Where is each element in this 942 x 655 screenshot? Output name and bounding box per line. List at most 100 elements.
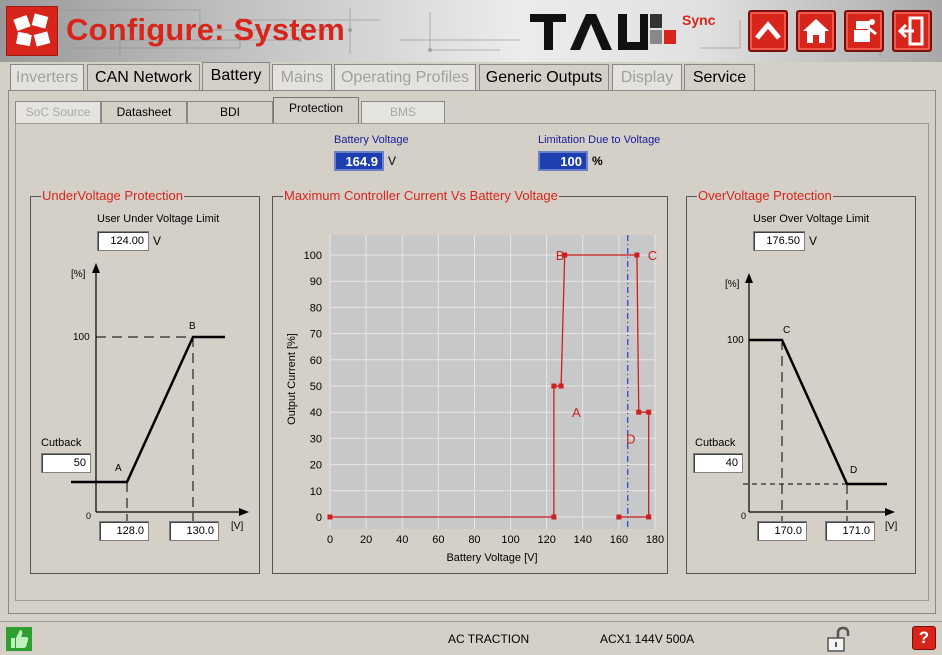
battery-voltage-label: Battery Voltage — [334, 134, 409, 146]
help-icon[interactable]: ? — [912, 626, 936, 650]
data-point — [634, 252, 640, 258]
x-tick-label: 120 — [537, 534, 555, 546]
protection-panel: Battery Voltage 164.9 V Limitation Due t… — [15, 123, 929, 601]
chart-annotation: A — [572, 405, 581, 420]
ov-point-c: C — [783, 325, 790, 336]
limitation-value: 100 — [538, 151, 588, 171]
y-tick-label: 10 — [310, 486, 322, 498]
ov-limit-input[interactable]: 176.50 — [753, 231, 805, 251]
data-point — [616, 514, 622, 520]
x-tick-label: 180 — [646, 534, 664, 546]
y-tick-label: 40 — [310, 407, 322, 419]
undervoltage-group: UnderVoltage Protection User Under Volta… — [30, 188, 260, 574]
uv-x-unit: [V] — [231, 521, 243, 532]
controller-current-group: Maximum Controller Current Vs Battery Vo… — [272, 188, 668, 574]
data-point — [551, 383, 557, 389]
plot-area — [330, 235, 655, 529]
uv-point-b: B — [189, 321, 196, 332]
ov-cutback-label: Cutback — [695, 437, 736, 449]
tab-service[interactable]: Service — [684, 64, 755, 90]
uv-zero-label: 0 — [86, 511, 91, 521]
app-window: Configure: System Sync Inverters CAN Net… — [0, 0, 942, 655]
operator-button[interactable] — [844, 10, 884, 52]
chart-annotation: B — [556, 248, 565, 263]
data-point — [551, 514, 557, 520]
y-tick-label: 90 — [310, 276, 322, 288]
uv-x-b-input[interactable]: 130.0 — [169, 521, 219, 541]
x-tick-label: 140 — [574, 534, 592, 546]
main-tab-bar: Inverters CAN Network Battery Mains Oper… — [10, 62, 940, 90]
subtab-soc-source[interactable]: SoC Source — [15, 101, 101, 123]
y-tick-label: 50 — [310, 381, 322, 393]
x-tick-label: 40 — [396, 534, 408, 546]
uv-cutback-label: Cutback — [41, 437, 82, 449]
y-tick-label: 20 — [310, 460, 322, 472]
uv-point-a: A — [115, 463, 122, 474]
home-button[interactable] — [796, 10, 836, 52]
operator-icon — [854, 19, 877, 42]
tab-battery[interactable]: Battery — [202, 62, 270, 90]
home-icon — [803, 19, 829, 43]
y-tick-label: 0 — [316, 512, 322, 524]
data-point — [646, 409, 652, 415]
thumbs-up-icon[interactable] — [6, 627, 32, 651]
chart-annotation: D — [626, 431, 635, 446]
up-button[interactable] — [748, 10, 788, 52]
y-tick-label: 80 — [310, 302, 322, 314]
uv-y-100-label: 100 — [73, 332, 90, 343]
data-point — [636, 409, 642, 415]
ov-zero-label: 0 — [741, 511, 746, 521]
uv-cutback-input[interactable]: 50 — [41, 453, 91, 473]
battery-panel: SoC Source Datasheet BDI Protection BMS … — [8, 90, 936, 614]
tab-display[interactable]: Display — [612, 64, 682, 90]
vehicle-type-text: AC TRACTION — [448, 632, 530, 646]
subtab-bms[interactable]: BMS — [361, 101, 445, 123]
y-tick-label: 100 — [304, 250, 322, 262]
tab-operating-profiles[interactable]: Operating Profiles — [334, 64, 476, 90]
limitation-unit: % — [592, 154, 603, 168]
subtab-protection[interactable]: Protection — [273, 97, 359, 124]
limitation-label: Limitation Due to Voltage — [538, 134, 661, 146]
current-voltage-chart: 0 20 40 60 80 100 120 140 160 180 0 10 20 30 40 50 60 70 8… — [286, 235, 664, 564]
chart-x-label: Battery Voltage [V] — [446, 552, 537, 564]
subtab-datasheet[interactable]: Datasheet — [101, 101, 187, 123]
ov-x-d-input[interactable]: 171.0 — [825, 521, 875, 541]
ov-cutback-input[interactable]: 40 — [693, 453, 743, 473]
unlock-icon[interactable] — [826, 625, 850, 653]
subtab-bdi[interactable]: BDI — [187, 101, 273, 123]
tab-generic-outputs[interactable]: Generic Outputs — [479, 64, 609, 90]
overvoltage-title: OverVoltage Protection — [697, 188, 833, 203]
data-point — [558, 383, 564, 389]
x-tick-label: 0 — [327, 534, 333, 546]
ov-x-unit: [V] — [885, 521, 897, 532]
app-logo-icon — [6, 6, 58, 56]
ov-point-d: D — [850, 465, 857, 476]
ov-x-c-input[interactable]: 170.0 — [757, 521, 807, 541]
data-point — [327, 514, 333, 520]
overvoltage-diagram: [%] [V] 100 0 C D — [725, 273, 897, 537]
controller-model-text: ACX1 144V 500A — [600, 632, 695, 646]
tab-inverters[interactable]: Inverters — [10, 64, 84, 90]
ov-y-unit: [%] — [725, 279, 740, 290]
exit-icon — [898, 16, 924, 46]
tab-mains[interactable]: Mains — [272, 64, 332, 90]
data-point — [646, 514, 652, 520]
undervoltage-diagram: [%] [V] 100 0 A B — [71, 263, 249, 537]
exit-button[interactable] — [892, 10, 932, 52]
y-tick-label: 30 — [310, 433, 322, 445]
y-tick-label: 60 — [310, 355, 322, 367]
up-icon — [755, 21, 781, 40]
ov-y-100-label: 100 — [727, 335, 744, 346]
battery-voltage-unit: V — [388, 154, 397, 168]
overvoltage-group: OverVoltage Protection User Over Voltage… — [686, 188, 916, 574]
uv-y-unit: [%] — [71, 269, 86, 280]
x-tick-label: 160 — [610, 534, 628, 546]
ov-limit-unit: V — [809, 234, 818, 248]
uv-x-a-input[interactable]: 128.0 — [99, 521, 149, 541]
uv-limit-input[interactable]: 124.00 — [97, 231, 149, 251]
chart-annotation: C — [648, 248, 657, 263]
x-tick-label: 60 — [432, 534, 444, 546]
tab-can-network[interactable]: CAN Network — [87, 64, 200, 90]
brand-logo — [530, 14, 676, 50]
x-tick-label: 100 — [501, 534, 519, 546]
